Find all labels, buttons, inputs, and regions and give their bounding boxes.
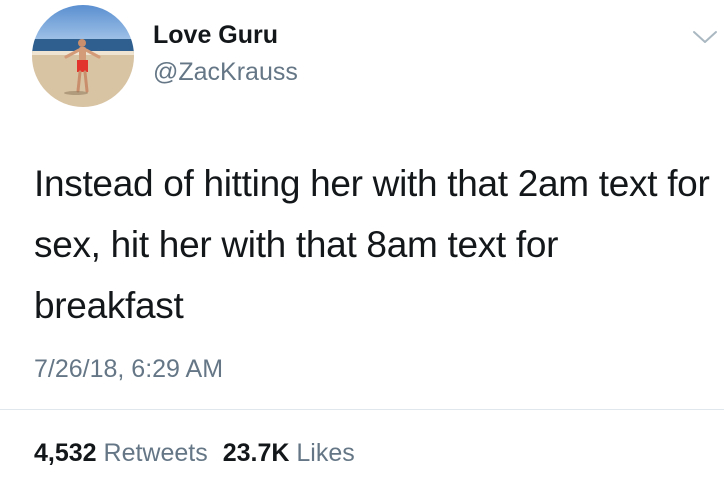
divider bbox=[0, 409, 724, 410]
avatar[interactable] bbox=[32, 5, 134, 107]
tweet-stats: 4,532 Retweets 23.7K Likes bbox=[34, 439, 363, 468]
retweets-count: 4,532 bbox=[34, 439, 97, 467]
likes-stat[interactable]: 23.7K Likes bbox=[223, 439, 355, 467]
retweets-stat[interactable]: 4,532 Retweets bbox=[34, 439, 208, 467]
tweet-timestamp[interactable]: 7/26/18, 6:29 AM bbox=[34, 355, 223, 384]
likes-count: 23.7K bbox=[222, 439, 290, 467]
chevron-down-icon[interactable] bbox=[690, 24, 720, 48]
retweets-label: Retweets bbox=[103, 439, 208, 467]
tweet-text: Instead of hitting her with that 2am tex… bbox=[34, 163, 710, 326]
profile-photo-icon bbox=[32, 5, 134, 107]
author-display-name[interactable]: Love Guru bbox=[153, 21, 278, 50]
likes-label: Likes bbox=[296, 439, 355, 467]
author-handle[interactable]: @ZacKrauss bbox=[153, 58, 298, 87]
